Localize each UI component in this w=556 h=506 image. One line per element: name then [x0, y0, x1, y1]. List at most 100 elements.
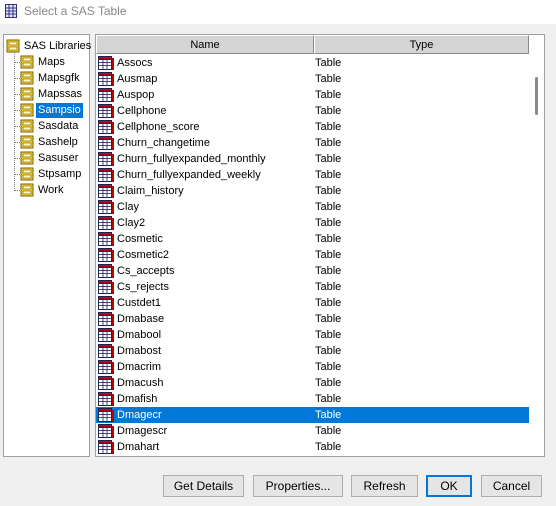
column-header-name-label: Name [190, 38, 220, 51]
cell-name: Dmabase [96, 311, 314, 327]
table-type: Table [315, 409, 342, 421]
library-tree[interactable]: SAS Libraries Maps Mapsgfk Mapssas Samps… [3, 34, 93, 457]
table-icon [98, 312, 114, 326]
tree-item-sasuser[interactable]: Sasuser [14, 150, 80, 166]
title-bar: Select a SAS Table [0, 0, 556, 24]
tree-item-maps[interactable]: Maps [14, 54, 67, 70]
cell-type: Table [314, 343, 529, 359]
get-details-button[interactable]: Get Details [163, 475, 244, 497]
library-drawer-icon [20, 151, 34, 165]
table-row[interactable]: Cosmetic2 Table [96, 247, 529, 263]
tree-root-sas-libraries[interactable]: SAS Libraries [6, 38, 93, 54]
cancel-label: Cancel [492, 479, 531, 493]
cell-name: Cosmetic [96, 231, 314, 247]
table-icon [98, 296, 114, 310]
table-row[interactable]: Dmabost Table [96, 343, 529, 359]
cell-type: Table [314, 327, 529, 343]
table-row[interactable]: Assocs Table [96, 55, 529, 71]
table-row[interactable]: Dmacrim Table [96, 359, 529, 375]
tree-item-label: Sasdata [38, 119, 79, 132]
cell-name: Cs_accepts [96, 263, 314, 279]
table-type: Table [315, 57, 342, 69]
get-details-label: Get Details [173, 479, 234, 493]
cell-type: Table [314, 295, 529, 311]
table-row[interactable]: Cellphone_score Table [96, 119, 529, 135]
table-row[interactable]: Custdet1 Table [96, 295, 529, 311]
table-rows: Assocs Table Ausmap Table Auspop Table Cellpho… [96, 55, 529, 455]
tree-item-work[interactable]: Work [14, 182, 65, 198]
table-type: Table [315, 441, 342, 453]
tree-item-label: Stpsamp [38, 167, 82, 180]
cell-name: Dmagecr [96, 407, 314, 423]
table-row[interactable]: Churn_fullyexpanded_weekly Table [96, 167, 529, 183]
cell-type: Table [314, 247, 529, 263]
column-header-type[interactable]: Type [314, 35, 529, 54]
table-icon [98, 232, 114, 246]
table-row[interactable]: Clay Table [96, 199, 529, 215]
table-row[interactable]: Claim_history Table [96, 183, 529, 199]
vertical-scrollbar[interactable] [530, 54, 544, 456]
library-drawer-icon [6, 39, 20, 53]
table-icon [98, 424, 114, 438]
table-type: Table [315, 377, 342, 389]
table-icon [98, 72, 114, 86]
cell-type: Table [314, 151, 529, 167]
cancel-button[interactable]: Cancel [481, 475, 542, 497]
cell-name: Dmabool [96, 327, 314, 343]
table-type: Table [315, 121, 342, 133]
table-row[interactable]: Dmagecr Table [96, 407, 529, 423]
tree-item-sashelp[interactable]: Sashelp [14, 134, 80, 150]
table-row[interactable]: Dmagescr Table [96, 423, 529, 439]
refresh-button[interactable]: Refresh [351, 475, 418, 497]
table-type: Table [315, 281, 342, 293]
table-type: Table [315, 265, 342, 277]
table-row[interactable]: Churn_fullyexpanded_monthly Table [96, 151, 529, 167]
tree-item-mapssas[interactable]: Mapssas [14, 86, 84, 102]
table-row[interactable]: Cosmetic Table [96, 231, 529, 247]
cell-name: Dmacush [96, 375, 314, 391]
properties-button[interactable]: Properties... [253, 475, 343, 497]
table-row[interactable]: Ausmap Table [96, 71, 529, 87]
table-row[interactable]: Dmafish Table [96, 391, 529, 407]
table-row[interactable]: Dmabool Table [96, 327, 529, 343]
table-icon [98, 248, 114, 262]
table-type: Table [315, 73, 342, 85]
cell-type: Table [314, 119, 529, 135]
table-row[interactable]: Churn_changetime Table [96, 135, 529, 151]
cell-type: Table [314, 311, 529, 327]
tree-item-stpsamp[interactable]: Stpsamp [14, 166, 83, 182]
cell-name: Clay [96, 199, 314, 215]
table-name: Dmabost [117, 345, 162, 357]
table-name: Custdet1 [117, 297, 162, 309]
cell-type: Table [314, 55, 529, 71]
table-type: Table [315, 425, 342, 437]
cell-type: Table [314, 231, 529, 247]
ok-button[interactable]: OK [426, 475, 472, 497]
table-list[interactable]: Name Type Assocs Table Ausmap Table Auspop Ta… [95, 34, 545, 457]
table-row[interactable]: Cs_accepts Table [96, 263, 529, 279]
tree-item-mapsgfk[interactable]: Mapsgfk [14, 70, 82, 86]
table-row[interactable]: Cellphone Table [96, 103, 529, 119]
table-row[interactable]: Auspop Table [96, 87, 529, 103]
tree-item-sasdata[interactable]: Sasdata [14, 118, 80, 134]
table-row[interactable]: Cs_rejects Table [96, 279, 529, 295]
column-header-name[interactable]: Name [96, 35, 314, 54]
table-icon [98, 152, 114, 166]
cell-name: Clay2 [96, 215, 314, 231]
cell-name: Cs_rejects [96, 279, 314, 295]
table-type: Table [315, 89, 342, 101]
cell-name: Auspop [96, 87, 314, 103]
scrollbar-thumb[interactable] [535, 77, 538, 115]
table-name: Claim_history [117, 185, 184, 197]
table-row[interactable]: Dmabase Table [96, 311, 529, 327]
table-icon [98, 104, 114, 118]
table-name: Cs_rejects [117, 281, 169, 293]
tree-item-sampsio[interactable]: Sampsio [14, 102, 83, 118]
table-row[interactable]: Dmacush Table [96, 375, 529, 391]
table-row[interactable]: Dmahart Table [96, 439, 529, 455]
cell-type: Table [314, 167, 529, 183]
tree-item-label: Sashelp [38, 135, 78, 148]
table-row[interactable]: Clay2 Table [96, 215, 529, 231]
table-type: Table [315, 297, 342, 309]
cell-name: Assocs [96, 55, 314, 71]
